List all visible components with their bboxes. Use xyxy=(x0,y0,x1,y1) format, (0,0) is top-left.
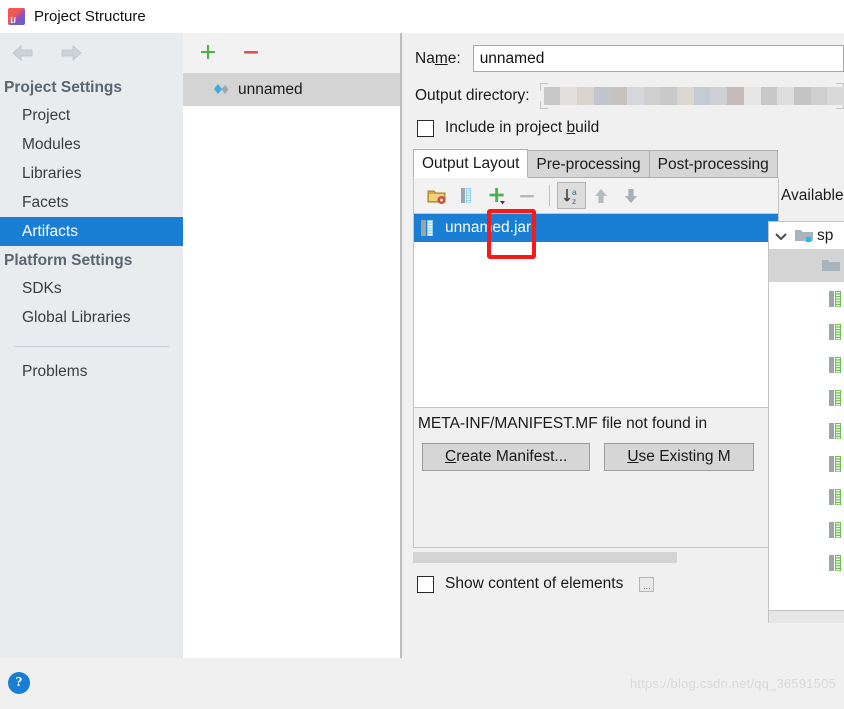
show-content-options-button[interactable]: ... xyxy=(639,576,655,592)
jar-icon xyxy=(420,219,436,237)
list-item[interactable] xyxy=(769,447,844,480)
artifact-list-toolbar xyxy=(183,33,400,73)
jar-icon xyxy=(828,521,844,539)
sidebar-item-artifacts[interactable]: Artifacts xyxy=(0,217,183,246)
available-root-row[interactable]: sp xyxy=(769,222,844,249)
name-input[interactable] xyxy=(472,45,844,72)
show-content-label: Show content of elements xyxy=(445,575,624,592)
jar-icon xyxy=(828,455,844,473)
tab-output-layout[interactable]: Output Layout xyxy=(413,149,529,178)
jar-icon xyxy=(828,356,844,374)
list-item[interactable] xyxy=(769,282,844,315)
sidebar-item-modules[interactable]: Modules xyxy=(0,130,183,159)
tab-post-processing[interactable]: Post-processing xyxy=(648,150,778,178)
window-title: Project Structure xyxy=(34,8,146,25)
include-in-build-checkbox[interactable] xyxy=(417,119,434,137)
sidebar-item-problems[interactable]: Problems xyxy=(0,357,183,386)
output-layout-toolbar: a z Available xyxy=(413,178,844,214)
create-manifest-button[interactable]: Create Manifest... xyxy=(422,443,591,471)
jar-icon xyxy=(828,389,844,407)
artifact-list-panel: unnamed xyxy=(183,33,401,658)
list-item[interactable] xyxy=(769,513,844,546)
tree-row-label: unnamed.jar xyxy=(445,219,532,236)
manifest-buttons: Create Manifest... Use Existing M xyxy=(414,443,778,471)
detail-tabs: Output Layout Pre-processing Post-proces… xyxy=(413,149,844,178)
manifest-message: META-INF/MANIFEST.MF file not found in xyxy=(418,415,708,432)
sidebar-item-project[interactable]: Project xyxy=(0,101,183,130)
available-elements-label: Available xyxy=(781,186,844,204)
available-root-label: sp xyxy=(817,226,834,244)
help-button[interactable]: ? xyxy=(8,672,30,694)
move-up-icon xyxy=(586,182,616,210)
sidebar-group-platform-settings: Platform Settings xyxy=(4,252,133,269)
list-item[interactable] xyxy=(769,348,844,381)
move-down-icon xyxy=(616,182,646,210)
list-item[interactable] xyxy=(769,249,844,282)
tab-pre-processing[interactable]: Pre-processing xyxy=(527,150,650,178)
include-in-build-row[interactable]: Include in project build xyxy=(402,109,844,137)
chevron-down-icon[interactable] xyxy=(773,228,789,244)
list-item[interactable] xyxy=(769,381,844,414)
toolbar-separator xyxy=(549,185,550,206)
horizontal-scrollbar[interactable] xyxy=(413,552,677,563)
minus-icon[interactable] xyxy=(240,42,262,64)
sidebar-item-libraries[interactable]: Libraries xyxy=(0,159,183,188)
sidebar-item-facets[interactable]: Facets xyxy=(0,188,183,217)
list-item[interactable] xyxy=(769,546,844,579)
list-item[interactable] xyxy=(769,315,844,348)
output-directory-row: Output directory: xyxy=(402,72,844,109)
sidebar-group-project-settings: Project Settings xyxy=(4,79,122,96)
sidebar-item-global-libraries[interactable]: Global Libraries xyxy=(0,303,183,332)
tree-row[interactable]: unnamed.jar xyxy=(414,214,778,242)
jar-icon xyxy=(828,488,844,506)
window-titlebar: Project Structure xyxy=(0,0,844,33)
add-copy-icon[interactable] xyxy=(482,182,512,210)
artifact-diamond-icon xyxy=(213,82,230,97)
sort-alphabetically-icon[interactable]: a z xyxy=(557,182,586,209)
name-field-row: Name: xyxy=(402,33,844,72)
dialog-footer: ? https://blog.csdn.net/qq_36591505 xyxy=(0,658,844,709)
sidebar-item-sdks[interactable]: SDKs xyxy=(0,274,183,303)
add-directory-icon[interactable] xyxy=(422,182,452,210)
arrow-left-icon[interactable] xyxy=(10,43,36,63)
arrow-right-icon[interactable] xyxy=(58,43,84,63)
show-content-checkbox[interactable] xyxy=(417,575,434,593)
output-directory-label: Output directory: xyxy=(415,87,530,104)
watermark-text: https://blog.csdn.net/qq_36591505 xyxy=(629,676,836,691)
available-panel-scrollbar[interactable] xyxy=(768,611,844,623)
manifest-info-area: META-INF/MANIFEST.MF file not found in C… xyxy=(413,408,779,548)
output-directory-input[interactable] xyxy=(539,83,844,109)
jar-icon xyxy=(828,323,844,341)
remove-icon xyxy=(512,182,542,210)
include-in-build-label: Include in project build xyxy=(445,119,600,136)
folder-icon xyxy=(795,228,813,243)
jar-icon xyxy=(828,422,844,440)
list-item[interactable] xyxy=(769,414,844,447)
svg-text:z: z xyxy=(572,196,576,206)
plus-icon[interactable] xyxy=(197,42,219,64)
intellij-idea-icon xyxy=(8,8,25,25)
name-label: Name: xyxy=(415,49,461,67)
artifact-list-item-label: unnamed xyxy=(238,80,303,98)
output-layout-tree[interactable]: unnamed.jar xyxy=(413,214,779,408)
settings-sidebar: Project Settings Project Modules Librari… xyxy=(0,33,183,658)
sidebar-divider xyxy=(14,346,169,347)
jar-icon xyxy=(828,554,844,572)
artifact-list-item[interactable]: unnamed xyxy=(183,73,400,106)
list-item[interactable] xyxy=(769,480,844,513)
folder-icon xyxy=(822,258,840,273)
navigation-arrows xyxy=(0,33,183,73)
add-archive-icon[interactable] xyxy=(452,182,482,210)
available-elements-panel[interactable]: sp xyxy=(768,221,844,611)
use-existing-manifest-button[interactable]: Use Existing M xyxy=(604,443,754,471)
jar-icon xyxy=(828,290,844,308)
blurred-path-mosaic xyxy=(543,87,844,105)
